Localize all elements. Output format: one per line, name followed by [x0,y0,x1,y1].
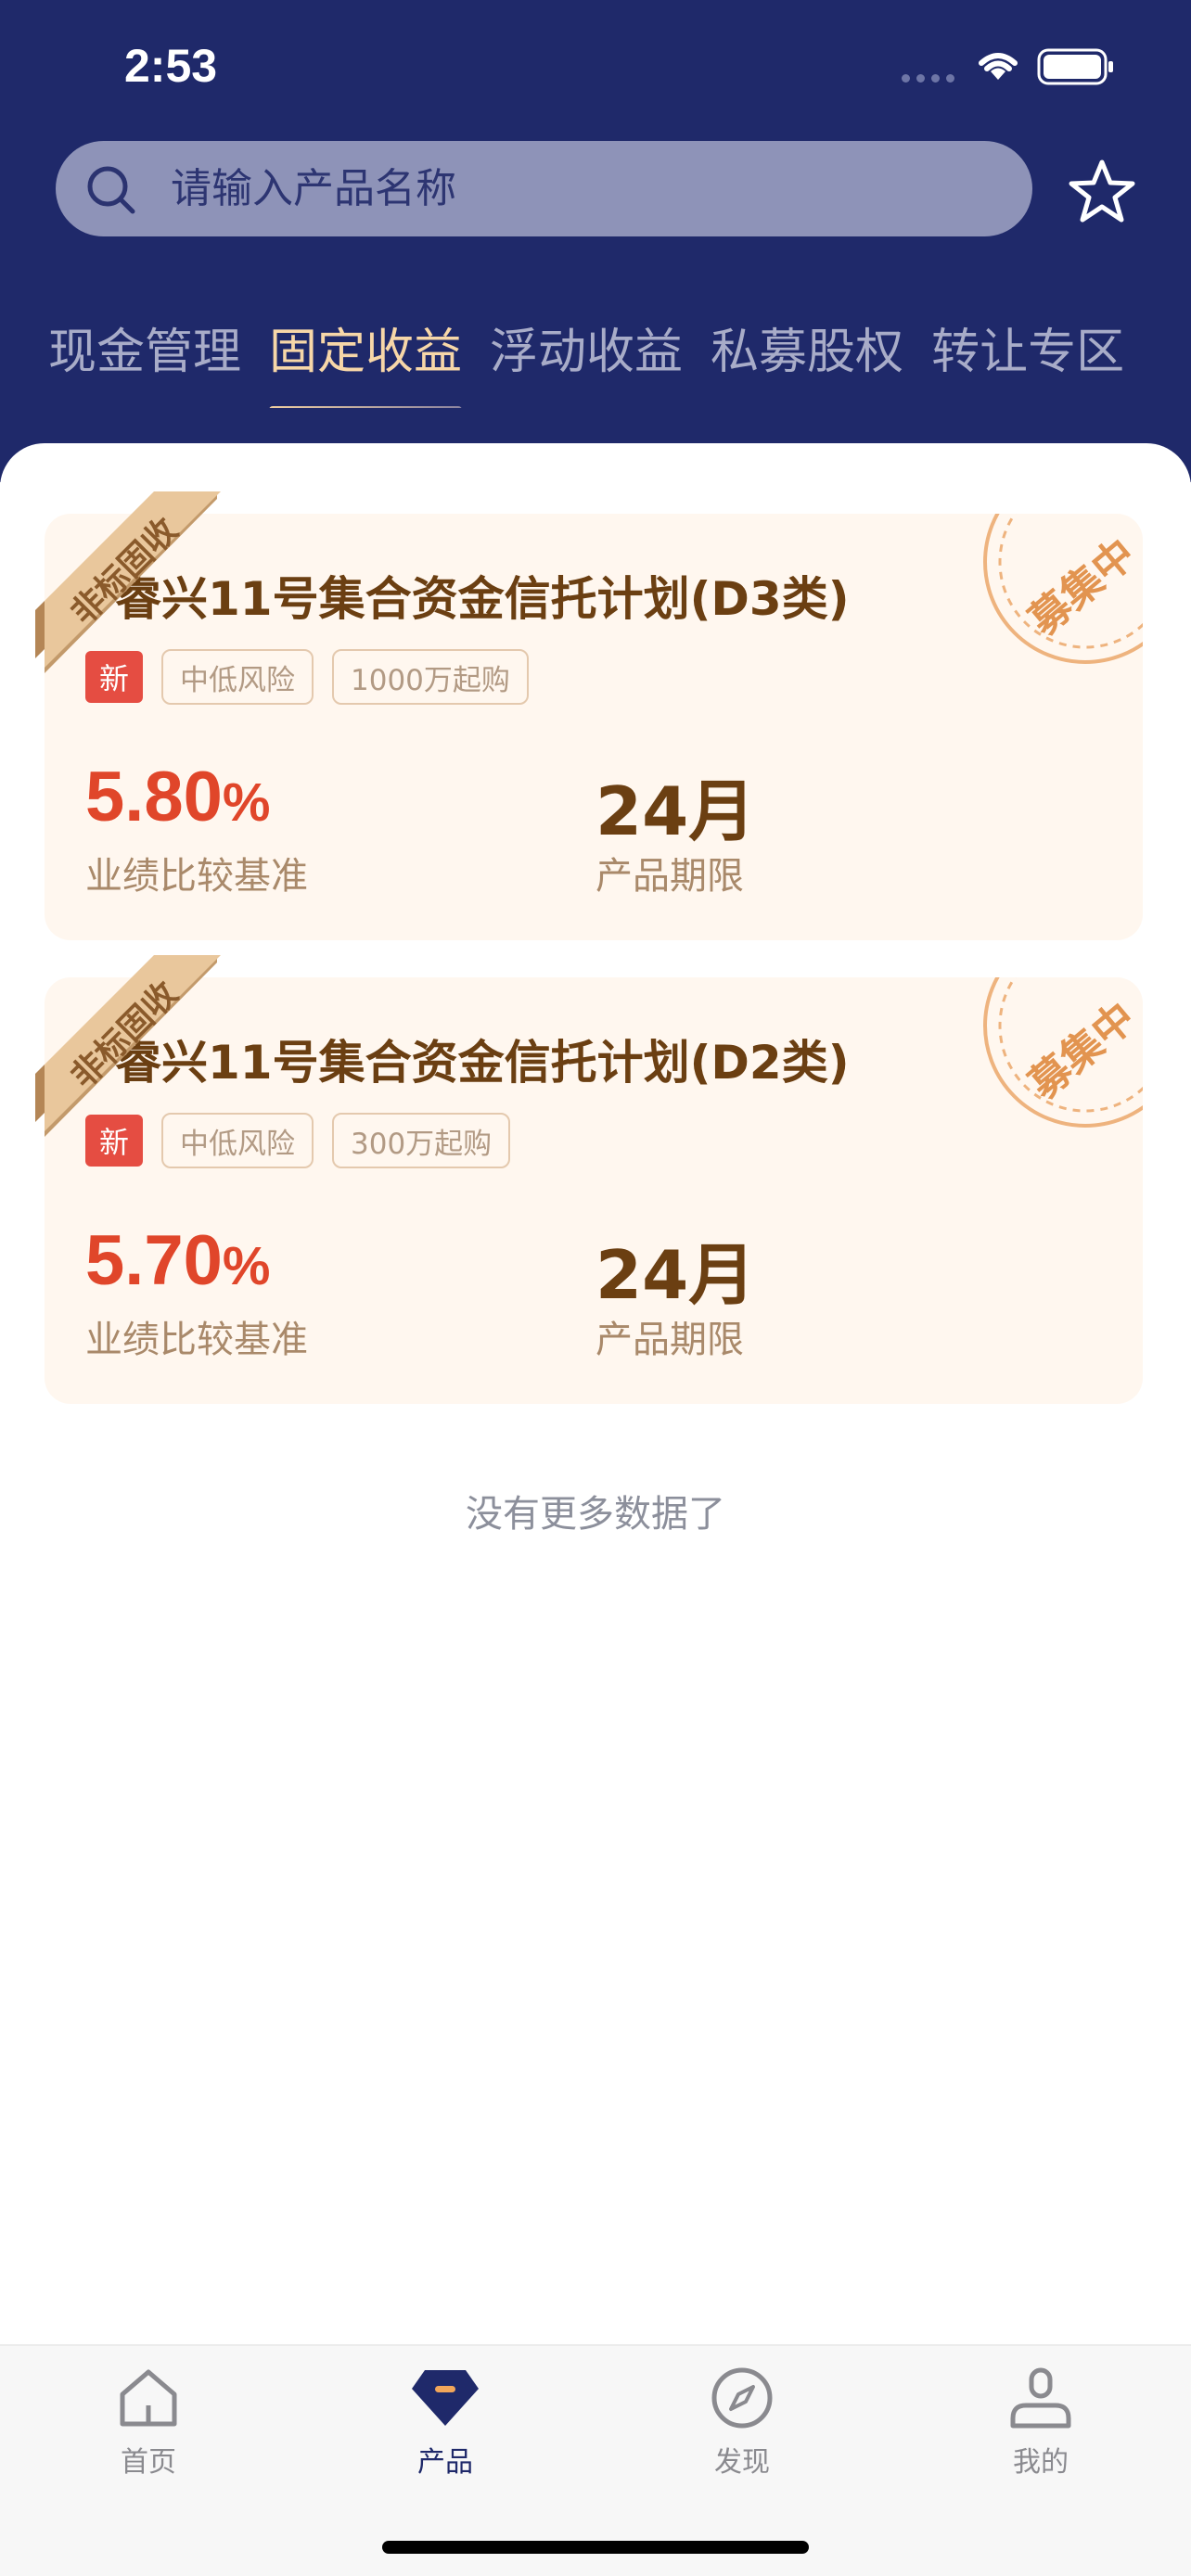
product-title: 睿兴11号集合资金信托计划(D3类) [115,572,850,626]
no-more-data-text: 没有更多数据了 [466,1493,725,1536]
product-card[interactable]: 募集中 睿兴11号集合资金信托计划(D3类) 新 中低风险 1000万起购 5.… [35,491,1143,940]
product-term-label: 产品期限 [596,855,744,898]
product-card[interactable]: 募集中 睿兴11号集合资金信托计划(D2类) 新 中低风险 300万起购 5.7… [35,955,1143,1404]
status-time: 2:53 [124,40,218,92]
tab-private-equity[interactable]: 私募股权 [711,315,903,408]
product-term: 24月 [596,772,756,850]
search-input[interactable] [171,141,987,236]
home-indicator[interactable] [382,2541,809,2554]
tabbar-item-home[interactable]: 首页 [56,2365,241,2480]
home-icon [120,2369,177,2427]
status-stamp: 募集中 [967,514,1143,690]
category-ribbon: 非标固收 [35,491,221,695]
tabbar-label: 发现 [714,2446,770,2479]
product-term: 24月 [596,1236,756,1314]
product-list: 募集中 睿兴11号集合资金信托计划(D3类) 新 中低风险 1000万起购 5.… [0,443,1191,2344]
tab-floating-income[interactable]: 浮动收益 [490,315,683,408]
person-icon [1010,2367,1071,2429]
tabbar-item-mine[interactable]: 我的 [948,2365,1133,2480]
benchmark-rate-label: 业绩比较基准 [85,1319,308,1361]
compass-icon [711,2367,773,2429]
star-favorite-icon[interactable] [1067,158,1137,224]
product-title: 睿兴11号集合资金信托计划(D2类) [115,1036,850,1090]
category-tabs: 现金管理 固定收益 浮动收益 私募股权 转让专区 [48,315,1143,408]
benchmark-rate: 5.80% [85,758,271,836]
tabbar-label: 我的 [1013,2446,1069,2479]
tab-transfer-zone[interactable]: 转让专区 [931,315,1124,408]
product-gem-icon [412,2370,479,2426]
search-bar[interactable] [56,141,1032,236]
tab-fixed-income[interactable]: 固定收益 [269,315,463,408]
active-tab-underline [269,406,463,408]
tabbar-label: 产品 [417,2446,473,2479]
product-term-label: 产品期限 [596,1319,744,1361]
wifi-icon [979,53,1018,80]
min-purchase-tag: 300万起购 [332,1113,511,1168]
battery-icon [1037,48,1113,85]
header: 2:53 现金管理 固定收益 浮动收益 私募股权 转让专区 [0,0,1191,482]
tabbar-item-discover[interactable]: 发现 [649,2365,835,2480]
tabbar-item-product[interactable]: 产品 [352,2365,538,2480]
benchmark-rate: 5.70% [85,1221,271,1300]
min-purchase-tag: 1000万起购 [332,649,529,705]
search-icon [87,166,135,214]
tab-cash-management[interactable]: 现金管理 [48,315,241,408]
benchmark-rate-label: 业绩比较基准 [85,855,308,898]
status-stamp: 募集中 [967,977,1143,1154]
category-ribbon: 非标固收 [35,955,221,1159]
cellular-signal-icon [902,74,954,83]
tabbar-label: 首页 [121,2446,176,2479]
